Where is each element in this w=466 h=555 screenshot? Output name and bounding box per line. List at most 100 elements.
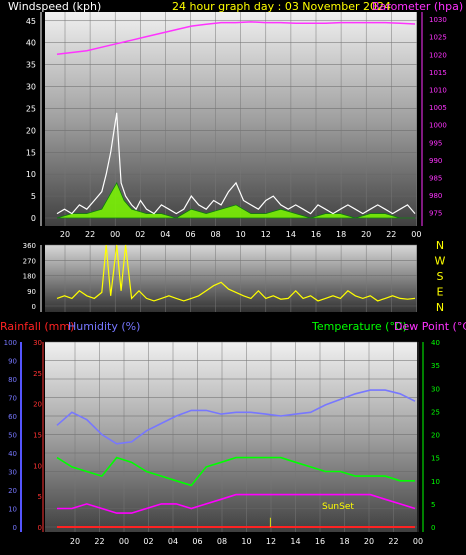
barometer-title: Barometer (hpa) (372, 0, 463, 13)
rain-y-tick-label: 25 (33, 370, 42, 378)
rain-y-tick-label: 0 (38, 524, 42, 532)
temp-y-tick-label: 5 (431, 501, 435, 509)
temp-x-tick-label: 12 (266, 537, 276, 546)
wind-x-tick-label: 06 (185, 230, 195, 239)
wind-x-tick-label: 00 (110, 230, 120, 239)
barometer-y-tick-label: 1025 (429, 34, 447, 42)
temp-y-tick-label: 15 (431, 455, 440, 463)
temp-y-tick-label: 30 (431, 385, 440, 393)
wind-x-tick-label: 08 (211, 230, 221, 239)
temp-x-tick-label: 22 (94, 537, 104, 546)
barometer-y-tick-label: 975 (429, 210, 442, 218)
wind-y-tick-label: 20 (26, 126, 36, 135)
wind-y-tick-label: 45 (26, 17, 36, 26)
direction-y-tick-label: 0 (32, 303, 36, 311)
barometer-y-tick-label: 1015 (429, 69, 447, 77)
humidity-y-tick-label: 70 (8, 395, 17, 403)
humidity-y-tick-label: 60 (8, 413, 17, 421)
temp-x-tick-label: 02 (143, 537, 153, 546)
temperature-title: Temperature (°C) (311, 320, 407, 333)
direction-y-tick-label: 270 (23, 257, 36, 265)
temp-y-tick-label: 25 (431, 408, 440, 416)
temp-x-tick-label: 00 (413, 537, 423, 546)
wind-y-tick-label: 0 (31, 214, 36, 223)
wind-y-tick-label: 30 (26, 83, 36, 92)
temp-y-tick-label: 20 (431, 432, 440, 440)
wind-y-tick-label: 40 (26, 39, 36, 48)
humidity-y-tick-label: 20 (8, 487, 17, 495)
wind-x-tick-label: 22 (85, 230, 95, 239)
wind-y-tick-label: 5 (31, 192, 36, 201)
direction-y-tick-label: 360 (23, 242, 36, 250)
temp-x-tick-label: 16 (315, 537, 325, 546)
barometer-y-tick-label: 1010 (429, 86, 447, 94)
barometer-y-tick-label: 990 (429, 157, 442, 165)
compass-label: S (437, 270, 444, 283)
wind-x-tick-label: 20 (60, 230, 70, 239)
humidity-y-tick-label: 90 (8, 358, 17, 366)
temp-x-tick-label: 06 (192, 537, 202, 546)
wind-y-tick-label: 10 (26, 170, 36, 179)
wind-x-tick-label: 04 (160, 230, 170, 239)
wind-x-tick-label: 12 (261, 230, 271, 239)
barometer-y-tick-label: 995 (429, 139, 442, 147)
wind-x-tick-label: 22 (386, 230, 396, 239)
wind-x-tick-label: 02 (135, 230, 145, 239)
barometer-y-tick-label: 1000 (429, 122, 447, 130)
wind-x-tick-label: 00 (411, 230, 421, 239)
wind-x-tick-label: 16 (311, 230, 321, 239)
humidity-y-tick-label: 10 (8, 506, 17, 514)
wind-x-tick-label: 20 (361, 230, 371, 239)
temp-x-tick-label: 14 (290, 537, 300, 546)
compass-label: E (437, 286, 444, 299)
compass-label: N (436, 301, 444, 314)
temp-x-tick-label: 00 (119, 537, 129, 546)
wind-x-tick-label: 10 (236, 230, 246, 239)
compass-label: W (435, 255, 446, 268)
temp-y-tick-label: 10 (431, 478, 440, 486)
rain-y-tick-label: 5 (38, 493, 42, 501)
windspeed-title: Windspeed (kph) (8, 0, 101, 13)
wind-y-tick-label: 35 (26, 61, 36, 70)
temp-x-tick-label: 20 (364, 537, 374, 546)
humidity-y-tick-label: 0 (13, 524, 17, 532)
wind-y-tick-label: 15 (26, 148, 36, 157)
rain-y-tick-label: 10 (33, 462, 42, 470)
direction-y-tick-label: 90 (27, 288, 36, 296)
temp-y-tick-label: 40 (431, 339, 440, 347)
wind-x-tick-label: 18 (336, 230, 346, 239)
humidity-y-tick-label: 100 (4, 339, 17, 347)
barometer-y-tick-label: 1005 (429, 104, 447, 112)
temp-x-tick-label: 20 (70, 537, 80, 546)
humidity-y-tick-label: 50 (8, 432, 17, 440)
temp-x-tick-label: 22 (388, 537, 398, 546)
dewpoint-title: Dew Point (°C) (394, 320, 466, 333)
sunset-annotation: SunSet (322, 502, 354, 512)
temp-x-tick-label: 18 (339, 537, 349, 546)
temp-panel-bg (45, 342, 417, 532)
barometer-y-tick-label: 985 (429, 175, 442, 183)
wind-panel-bg (45, 12, 417, 226)
humidity-y-tick-label: 30 (8, 469, 17, 477)
rainfall-title: Rainfall (mm) (0, 320, 74, 333)
rain-y-tick-label: 20 (33, 401, 42, 409)
wind-x-tick-label: 14 (286, 230, 296, 239)
temp-y-tick-label: 0 (431, 524, 435, 532)
weather-graph: 0510152025303540459759809859909951000100… (0, 0, 466, 546)
direction-y-tick-label: 180 (23, 273, 36, 281)
barometer-y-tick-label: 980 (429, 192, 442, 200)
rain-y-tick-label: 30 (33, 339, 42, 347)
wind-y-tick-label: 25 (26, 104, 36, 113)
barometer-y-tick-label: 1030 (429, 16, 447, 24)
barometer-y-tick-label: 1020 (429, 51, 447, 59)
temp-y-tick-label: 35 (431, 362, 440, 370)
humidity-title: Humidity (%) (68, 320, 140, 333)
compass-label: N (436, 239, 444, 252)
direction-panel-bg (45, 245, 417, 312)
humidity-y-tick-label: 80 (8, 376, 17, 384)
humidity-y-tick-label: 40 (8, 450, 17, 458)
chart-title: 24 hour graph day : 03 November 2024 (172, 0, 391, 13)
temp-x-tick-label: 08 (217, 537, 227, 546)
temp-x-tick-label: 10 (241, 537, 251, 546)
temp-x-tick-label: 04 (168, 537, 178, 546)
